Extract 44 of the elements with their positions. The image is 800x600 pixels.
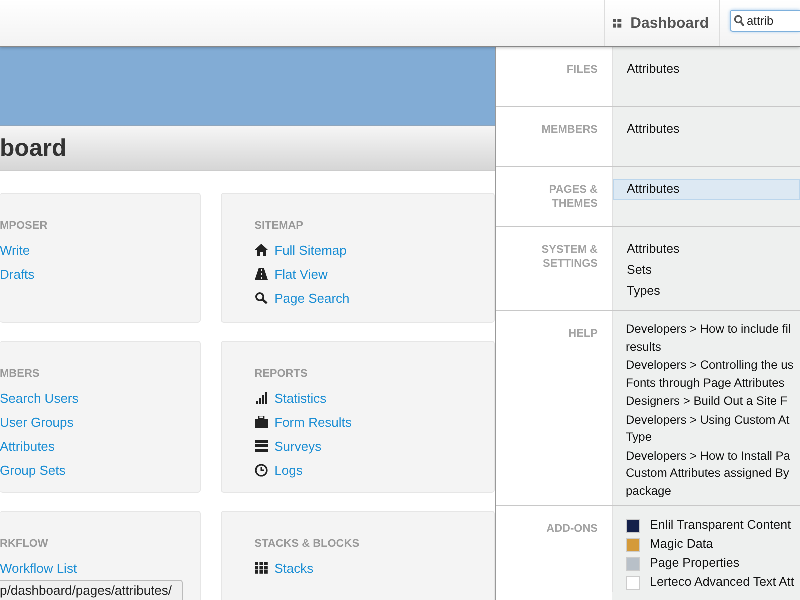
card-heading: STACKS & BLOCKS <box>254 538 361 550</box>
section-label: SYSTEM & SETTINGS <box>540 243 599 272</box>
addon-result[interactable]: Lerteco Advanced Text Att <box>640 572 796 592</box>
addon-image <box>626 538 640 552</box>
dashboard-button[interactable]: Dashboard <box>604 0 720 46</box>
grid-icon <box>613 16 622 30</box>
briefcase-icon <box>254 416 268 428</box>
clock-icon <box>254 464 268 476</box>
result-item[interactable]: Attributes <box>613 119 800 140</box>
signal-bars-icon <box>254 392 268 404</box>
card-heading: MPOSER <box>0 220 49 232</box>
addon-image <box>626 576 640 590</box>
help-result[interactable]: Developers > Using Custom At Type <box>613 412 800 448</box>
addon-result[interactable]: Magic Data <box>640 534 714 555</box>
home-icon <box>254 244 268 256</box>
road-icon <box>254 268 268 280</box>
section-label: ADD-ONS <box>546 522 599 537</box>
stacked-list-icon <box>254 440 268 452</box>
help-result[interactable]: Designers > Build Out a Site F <box>613 393 800 412</box>
result-item[interactable]: Sets <box>613 260 800 281</box>
section-label: MEMBERS <box>540 123 599 138</box>
help-result[interactable]: Developers > Controlling the us Fonts through Page Attributes <box>613 357 800 393</box>
card-heading: REPORTS <box>254 368 309 380</box>
help-result[interactable]: Developers > How to Install Pa Custom Attributes assigned By package <box>613 448 800 501</box>
addon-result[interactable]: Page Properties <box>640 553 741 574</box>
page-title: board <box>0 135 67 163</box>
section-label: FILES <box>566 63 599 78</box>
result-item[interactable]: Types <box>613 281 800 302</box>
result-item[interactable]: Attributes <box>613 239 800 260</box>
result-item[interactable]: Attributes <box>613 179 800 200</box>
result-item[interactable]: Attributes <box>613 59 800 80</box>
search-field[interactable]: attrib <box>730 10 800 32</box>
grid-icon <box>254 562 268 574</box>
search-icon <box>254 292 268 304</box>
section-label: PAGES & THEMES <box>548 183 599 212</box>
addon-image <box>626 556 640 570</box>
card-heading: SITEMAP <box>254 220 305 232</box>
card-heading: RKFLOW <box>0 538 50 550</box>
addon-image <box>626 518 640 532</box>
card-heading: MBERS <box>0 368 41 380</box>
status-url-tooltip: p/dashboard/pages/attributes/ <box>0 580 184 600</box>
section-label: HELP <box>568 327 599 342</box>
addon-result[interactable]: Enlil Transparent Content <box>640 515 792 536</box>
help-result[interactable]: Developers > How to include fil results <box>613 321 800 357</box>
